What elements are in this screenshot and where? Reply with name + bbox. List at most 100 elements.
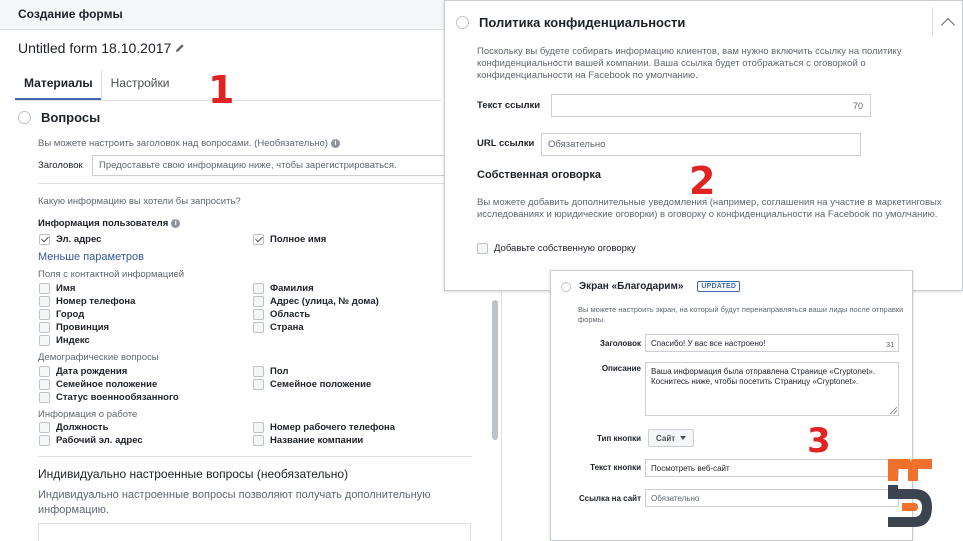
checkbox-country[interactable]: Страна — [253, 322, 304, 333]
work-group-label: Информация о работе — [38, 409, 138, 420]
checkbox-label: Адрес (улица, № дома) — [270, 296, 379, 307]
headline-input[interactable]: Предоставьте свою информацию ниже, чтобы… — [92, 155, 452, 176]
custom-questions-title: Индивидуально настроенные вопросы (необя… — [38, 467, 349, 481]
form-builder-panel: Создание формы Untitled form 18.10.2017 … — [0, 0, 502, 541]
privacy-section-header[interactable]: Политика конфиденциальности — [456, 15, 685, 30]
updated-badge: UPDATED — [697, 281, 741, 292]
add-disclaimer-checkbox[interactable]: Добавьте собственную оговорку — [477, 243, 636, 254]
divider — [38, 456, 472, 457]
checkbox-military-status[interactable]: Статус военнообязанного — [39, 392, 179, 403]
checkbox-box[interactable] — [39, 435, 50, 446]
checkbox-address[interactable]: Адрес (улица, № дома) — [253, 296, 379, 307]
info-icon[interactable]: i — [330, 138, 340, 148]
section-radio[interactable] — [561, 281, 571, 292]
link-text-input[interactable] — [551, 94, 871, 117]
button-type-select[interactable]: Сайт — [648, 429, 695, 447]
section-radio[interactable] — [18, 111, 31, 124]
checkbox-label: Номер телефона — [56, 296, 136, 307]
checkbox-marital-status[interactable]: Семейное положение — [39, 379, 157, 390]
custom-disclaimer-description: Вы можете добавить дополнительные уведом… — [477, 197, 942, 220]
checkbox-box[interactable] — [253, 234, 264, 245]
caret-down-icon — [680, 436, 687, 440]
checkbox-label: Страна — [270, 322, 304, 333]
site-link-input[interactable]: Обязательно — [645, 489, 899, 507]
checkbox-region[interactable]: Область — [253, 309, 310, 320]
checkbox-box[interactable] — [253, 422, 264, 433]
checkbox-box[interactable] — [253, 379, 264, 390]
checkbox-box[interactable] — [477, 243, 488, 254]
headline-input[interactable]: Спасибо! У вас все настроено! — [645, 334, 899, 352]
privacy-policy-panel: Политика конфиденциальности Поскольку вы… — [444, 0, 963, 291]
annotation-number: 3 — [807, 421, 831, 461]
checkbox-box[interactable] — [39, 392, 50, 403]
checkbox-box[interactable] — [39, 309, 50, 320]
button-text-label: Текст кнопки — [590, 463, 641, 472]
headline-hint-text: Вы можете настроить заголовок над вопрос… — [38, 138, 328, 149]
checkbox-label: Полное имя — [270, 234, 327, 245]
checkbox-box[interactable] — [253, 366, 264, 377]
checkbox-box[interactable] — [39, 379, 50, 390]
pencil-icon[interactable] — [175, 43, 185, 53]
checkbox-label: Семейное положение — [270, 379, 372, 390]
checkbox-box[interactable] — [253, 309, 264, 320]
checkbox-box[interactable] — [39, 296, 50, 307]
checkbox-gender[interactable]: Пол — [253, 366, 288, 377]
scrollbar-thumb[interactable] — [492, 300, 498, 440]
headline-label: Заголовок — [600, 339, 641, 348]
form-title-text: Untitled form 18.10.2017 — [18, 40, 172, 56]
description-textarea[interactable]: Ваша информация была отправлена Странице… — [645, 362, 899, 416]
checkbox-box[interactable] — [39, 234, 50, 245]
checkbox-box[interactable] — [39, 322, 50, 333]
checkbox-label: Фамилия — [270, 283, 314, 294]
resize-grip-icon[interactable] — [890, 407, 897, 414]
questions-section-header[interactable]: Вопросы — [18, 110, 100, 125]
collapse-button[interactable] — [932, 7, 962, 37]
checkbox-box[interactable] — [253, 322, 264, 333]
checkbox-box[interactable] — [39, 335, 50, 346]
description-label: Описание — [601, 364, 641, 373]
checkbox-phone[interactable]: Номер телефона — [39, 296, 135, 307]
checkbox-box[interactable] — [253, 296, 264, 307]
description-textarea-value: Ваша информация была отправлена Странице… — [651, 367, 876, 386]
checkbox-province[interactable]: Провинция — [39, 322, 109, 333]
checkbox-work-email[interactable]: Рабочий эл. адрес — [39, 435, 143, 446]
link-text-counter: 70 — [853, 101, 864, 111]
checkbox-box[interactable] — [39, 283, 50, 294]
checkbox-company-name[interactable]: Название компании — [253, 435, 363, 446]
checkbox-birth-date[interactable]: Дата рождения — [39, 366, 127, 377]
checkbox-box[interactable] — [253, 283, 264, 294]
custom-questions-box[interactable] — [38, 523, 471, 541]
checkbox-first-name[interactable]: Имя — [39, 283, 75, 294]
fewer-params-link[interactable]: Меньше параметров — [38, 251, 144, 263]
form-title[interactable]: Untitled form 18.10.2017 — [18, 40, 185, 56]
checkbox-last-name[interactable]: Фамилия — [253, 283, 314, 294]
checkbox-box[interactable] — [39, 422, 50, 433]
checkbox-job-title[interactable]: Должность — [39, 422, 108, 433]
checkbox-label: Область — [270, 309, 311, 320]
ask-prompt: Какую информацию вы хотели бы запросить? — [38, 196, 241, 207]
thank-you-description: Вы можете настроить экран, на который бу… — [578, 305, 904, 324]
thank-you-section-header[interactable]: Экран «Благодарим» UPDATED — [561, 281, 741, 292]
tab-materials[interactable]: Материалы — [15, 70, 101, 100]
url-input-placeholder: Обязательно — [548, 139, 606, 150]
demographic-group-label: Демографические вопросы — [38, 352, 159, 363]
checkbox-city[interactable]: Город — [39, 309, 84, 320]
checkbox-relationship-status[interactable]: Семейное положение — [253, 379, 371, 390]
tab-settings[interactable]: Настройки — [100, 70, 178, 100]
checkbox-box[interactable] — [253, 435, 264, 446]
checkbox-email[interactable]: Эл. адрес — [39, 234, 101, 245]
button-type-value: Сайт — [656, 433, 676, 443]
custom-questions-description: Индивидуально настроенные вопросы позвол… — [38, 489, 431, 516]
url-input[interactable]: Обязательно — [541, 133, 861, 156]
checkbox-full-name[interactable]: Полное имя — [253, 234, 326, 245]
contact-group-label: Поля с контактной информацией — [38, 269, 185, 280]
info-icon[interactable]: i — [171, 218, 181, 228]
checkbox-label: Должность — [56, 422, 109, 433]
checkbox-work-phone[interactable]: Номер рабочего телефона — [253, 422, 395, 433]
url-label: URL ссылки — [477, 138, 535, 149]
button-text-input[interactable]: Посмотреть веб-сайт — [645, 459, 899, 477]
checkbox-box[interactable] — [39, 366, 50, 377]
section-radio[interactable] — [456, 16, 469, 29]
headline-input-value: Предоставьте свою информацию ниже, чтобы… — [99, 160, 397, 171]
checkbox-zip[interactable]: Индекс — [39, 335, 90, 346]
